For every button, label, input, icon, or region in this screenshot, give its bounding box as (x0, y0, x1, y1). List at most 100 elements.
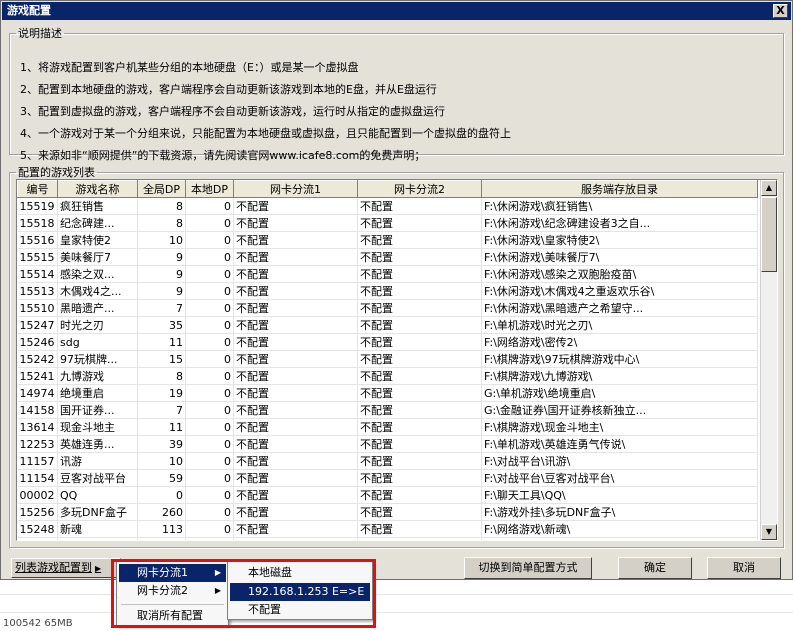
table-row[interactable]: 11157 讯游 10 0 不配置 不配置 F:\对战平台\讯游\ (17, 452, 758, 470)
column-header-name[interactable]: 游戏名称 (57, 180, 138, 198)
table-cell: 15247 (17, 316, 58, 334)
table-cell: 59 (137, 469, 186, 487)
table-row[interactable]: 13614 现金斗地主 11 0 不配置 不配置 F:\棋牌游戏\现金斗地主\ (17, 418, 758, 436)
table-cell: 不配置 (357, 503, 482, 521)
table-cell: 0 (185, 367, 234, 385)
column-header-id[interactable]: 编号 (17, 180, 58, 198)
table-cell: 0 (185, 231, 234, 249)
table-row[interactable]: 15513 木偶戏4之... 9 0 不配置 不配置 F:\休闲游戏\木偶戏4之重返欢乐谷\ (17, 282, 758, 300)
table-cell: 15246 (17, 333, 58, 351)
table-cell: 9 (137, 265, 186, 283)
table-cell: 美味餐厅7 (57, 248, 138, 266)
cancel-button[interactable]: 取消 (707, 557, 781, 579)
table-cell: 10 (137, 231, 186, 249)
table-cell: 不配置 (357, 401, 482, 419)
table-cell: 15518 (17, 214, 58, 232)
table-cell: 不配置 (357, 520, 482, 538)
table-cell: 皇家特使2 (57, 231, 138, 249)
table-cell: 8 (137, 197, 186, 215)
table-cell: 不配置 (233, 537, 358, 540)
vertical-scrollbar[interactable]: ▲ ▼ (760, 180, 777, 540)
table-cell: 0 (185, 486, 234, 504)
table-cell: 35 (137, 316, 186, 334)
table-row[interactable]: 15256 多玩DNF盒子 260 0 不配置 不配置 F:\游戏外挂\多玩DNF盒子\ (17, 503, 758, 521)
table-cell: F:\对战平台\豆客对战平台\ (481, 469, 758, 487)
game-list-table[interactable]: 编号 游戏名称 全局DP 本地DP 网卡分流1 网卡分流2 服务端存放目录 15… (16, 179, 778, 541)
table-cell: 9 (137, 248, 186, 266)
scroll-thumb[interactable] (761, 197, 777, 272)
ok-button[interactable]: 确定 (618, 557, 692, 579)
table-cell: 7 (137, 299, 186, 317)
scroll-up-icon[interactable]: ▲ (761, 180, 777, 196)
column-header-nic2[interactable]: 网卡分流2 (357, 180, 482, 198)
table-cell: 10 (137, 452, 186, 470)
table-cell: F:\单机游戏\时光之刃\ (481, 316, 758, 334)
table-row[interactable]: 14158 国开证券... 7 0 不配置 不配置 G:\金融证券\国开证券核新独立... (17, 401, 758, 419)
column-header-server-dir[interactable]: 服务端存放目录 (481, 180, 758, 198)
table-cell: 0 (137, 486, 186, 504)
table-cell: 15245 (17, 537, 58, 540)
table-cell: 19 (137, 384, 186, 402)
table-row[interactable]: 15515 美味餐厅7 9 0 不配置 不配置 F:\休闲游戏\美味餐厅7\ (17, 248, 758, 266)
table-row[interactable]: 15516 皇家特使2 10 0 不配置 不配置 F:\休闲游戏\皇家特使2\ (17, 231, 758, 249)
table-cell: F:\休闲游戏\纪念碑建设者3之自... (481, 214, 758, 232)
table-cell: 0 (185, 384, 234, 402)
table-row[interactable]: 15510 黑暗遗产... 7 0 不配置 不配置 F:\休闲游戏\黑暗遗产之希望守... (17, 299, 758, 317)
table-cell: 现金斗地主 (57, 418, 138, 436)
table-cell: 不配置 (233, 316, 358, 334)
table-row[interactable]: 15518 纪念碑建... 8 0 不配置 不配置 F:\休闲游戏\纪念碑建设者3之自... (17, 214, 758, 232)
table-cell: 0 (185, 282, 234, 300)
table-cell: 0 (185, 333, 234, 351)
table-cell: 不配置 (357, 248, 482, 266)
table-row[interactable]: 15241 九博游戏 8 0 不配置 不配置 F:\棋牌游戏\九博游戏\ (17, 367, 758, 385)
description-legend: 说明描述 (18, 27, 62, 40)
table-row[interactable]: 12253 英雄连勇... 39 0 不配置 不配置 F:\单机游戏\英雄连勇气传说\ (17, 435, 758, 453)
table-cell: F:\休闲游戏\黑暗遗产之希望守... (481, 299, 758, 317)
table-cell: 13614 (17, 418, 58, 436)
table-cell: 不配置 (357, 435, 482, 453)
table-row[interactable]: 11154 豆客对战平台 59 0 不配置 不配置 F:\对战平台\豆客对战平台\ (17, 469, 758, 487)
table-cell: 不配置 (357, 367, 482, 385)
table-cell: 不配置 (233, 197, 358, 215)
table-row[interactable]: 15246 sdg 11 0 不配置 不配置 F:\网络游戏\密传2\ (17, 333, 758, 351)
table-cell: 感染之双... (57, 265, 138, 283)
table-cell: G:\单机游戏\绝境重启\ (481, 384, 758, 402)
table-cell: 纪念碑建... (57, 214, 138, 232)
table-row[interactable]: 15247 时光之刃 35 0 不配置 不配置 F:\单机游戏\时光之刃\ (17, 316, 758, 334)
table-cell: 国开证券... (57, 401, 138, 419)
table-row[interactable]: 15514 感染之双... 9 0 不配置 不配置 F:\休闲游戏\感染之双胞胎疫苗\ (17, 265, 758, 283)
table-cell: 11 (137, 333, 186, 351)
assign-list-dropdown-button[interactable]: 列表游戏配置到 ▶ (11, 558, 121, 578)
table-row[interactable]: 14974 绝境重启 19 0 不配置 不配置 G:\单机游戏\绝境重启\ (17, 384, 758, 402)
switch-simple-mode-button[interactable]: 切换到简单配置方式 (464, 557, 592, 579)
table-cell: 不配置 (233, 520, 358, 538)
table-cell: 11 (137, 418, 186, 436)
table-cell: 不配置 (357, 486, 482, 504)
scroll-down-icon[interactable]: ▼ (761, 524, 777, 540)
table-cell: 不配置 (233, 469, 358, 487)
table-cell: 8 (137, 214, 186, 232)
column-header-global-dp[interactable]: 全局DP (137, 180, 186, 198)
table-cell: 不配置 (357, 299, 482, 317)
column-header-local-dp[interactable]: 本地DP (185, 180, 234, 198)
table-cell: 不配置 (233, 282, 358, 300)
table-cell: 新魂 (57, 520, 138, 538)
table-row[interactable]: 15242 97玩棋牌... 15 0 不配置 不配置 F:\棋牌游戏\97玩棋牌游戏中心\ (17, 350, 758, 368)
table-cell: 不配置 (357, 537, 482, 540)
close-button[interactable]: X (773, 4, 788, 18)
table-cell: F:\棋牌游戏\97玩棋牌游戏中心\ (481, 350, 758, 368)
table-row[interactable]: 15519 疯狂销售 8 0 不配置 不配置 F:\休闲游戏\疯狂销售\ (17, 197, 758, 215)
table-cell: 黑暗遗产... (57, 299, 138, 317)
table-cell: 15256 (17, 503, 58, 521)
table-cell: QQ (57, 486, 138, 504)
column-header-nic1[interactable]: 网卡分流1 (233, 180, 358, 198)
table-cell: 10 (137, 537, 186, 540)
table-cell: 15242 (17, 350, 58, 368)
table-row[interactable]: 15248 新魂 113 0 不配置 不配置 F:\网络游戏\新魂\ (17, 520, 758, 538)
table-cell: 不配置 (357, 333, 482, 351)
table-header-row: 编号 游戏名称 全局DP 本地DP 网卡分流1 网卡分流2 服务端存放目录 (17, 180, 758, 198)
table-cell: 39 (137, 435, 186, 453)
table-row[interactable]: 00002 QQ 0 0 不配置 不配置 F:\聊天工具\QQ\ (17, 486, 758, 504)
table-row[interactable]: 15245大富翁游戏100不配置不配置F:\单机游戏\大富翁游戏\ (17, 537, 758, 540)
table-cell: 讯游 (57, 452, 138, 470)
